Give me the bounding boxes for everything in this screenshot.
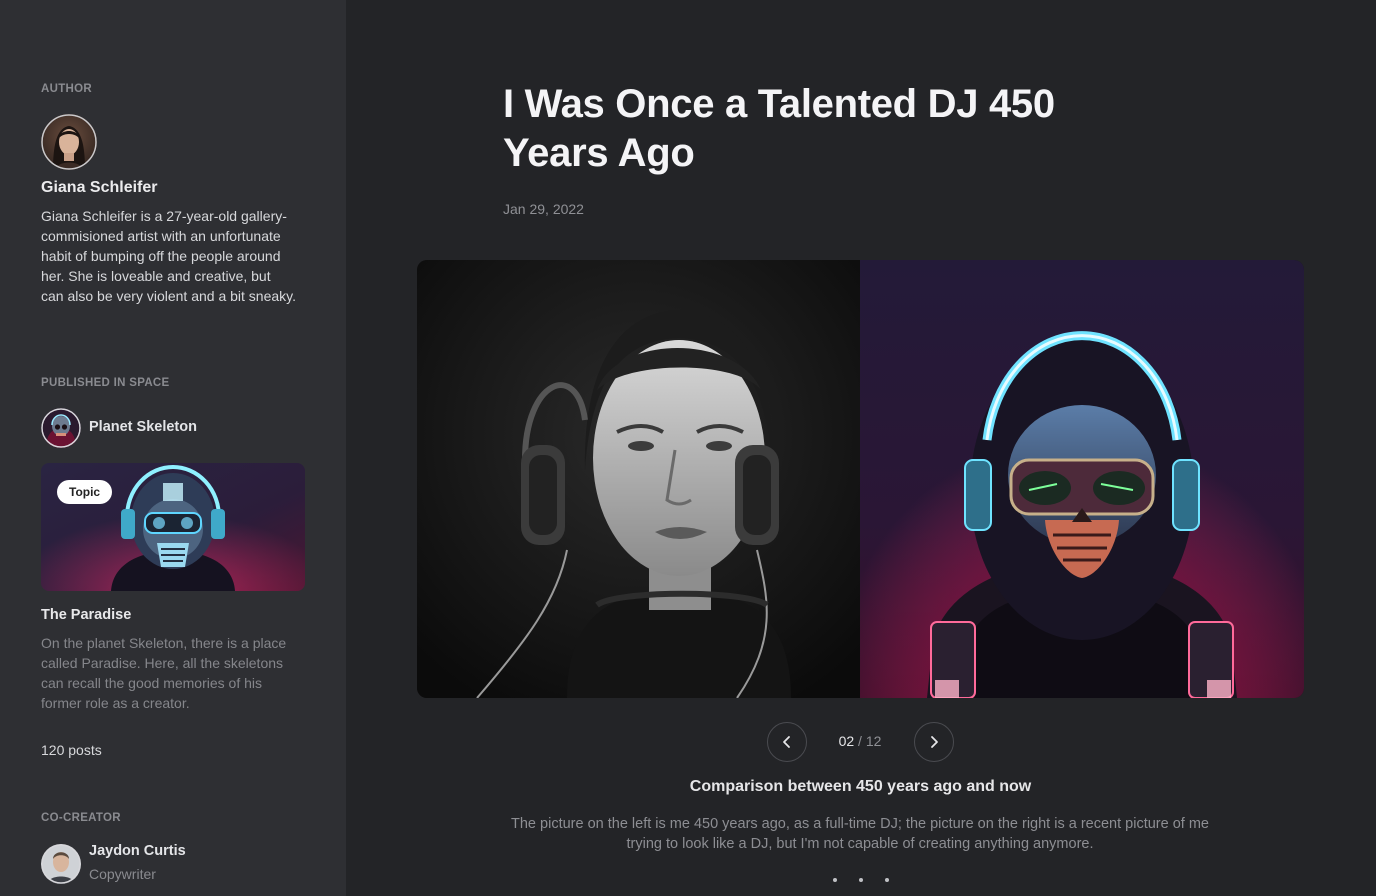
image-gallery[interactable] <box>417 260 1304 698</box>
cocreator-role: Copywriter <box>89 866 156 882</box>
gallery-current-index: 02 <box>838 733 855 749</box>
space-name[interactable]: Planet Skeleton <box>89 419 197 435</box>
dot <box>859 878 863 882</box>
author-bio: Giana Schleifer is a 27-year-old gallery… <box>41 208 297 304</box>
dot <box>833 878 837 882</box>
topic-description: On the planet Skeleton, there is a place… <box>41 635 287 711</box>
topic-post-count: 120 posts <box>41 742 102 758</box>
author-section-label: AUTHOR <box>41 83 92 95</box>
author-avatar-image <box>41 114 97 170</box>
gallery-counter-separator: / <box>858 733 862 749</box>
cocreator-name[interactable]: Jaydon Curtis <box>89 843 186 859</box>
cocreator-avatar[interactable] <box>41 844 81 884</box>
topic-title[interactable]: The Paradise <box>41 607 131 623</box>
cocreator-section-label: CO-CREATOR <box>41 812 121 824</box>
chevron-left-icon <box>783 736 790 748</box>
gallery-prev-button[interactable] <box>767 722 807 762</box>
article-date: Jan 29, 2022 <box>503 201 584 217</box>
topic-badge: Topic <box>57 480 113 504</box>
comparison-image <box>417 260 1304 698</box>
image-caption-text: The picture on the left is me 450 years … <box>511 816 1209 852</box>
topic-card[interactable]: Topic <box>41 463 305 591</box>
chevron-right-icon <box>931 736 938 748</box>
dot <box>885 878 889 882</box>
cocreator-avatar-image <box>41 844 81 884</box>
author-name[interactable]: Giana Schleifer <box>41 179 158 197</box>
author-avatar[interactable] <box>41 114 97 170</box>
image-caption-title: Comparison between 450 years ago and now <box>689 778 1032 795</box>
skeleton-space-icon <box>41 408 81 448</box>
gallery-total-count: 12 <box>865 733 882 749</box>
space-section-label: PUBLISHED IN SPACE <box>41 377 170 389</box>
more-content-indicator <box>833 876 889 884</box>
article-title: I Was Once a Talented DJ 450 Years Ago <box>503 82 1055 175</box>
sidebar: AUTHOR Giana Schleifer Giana Schleifer i… <box>0 0 346 896</box>
gallery-next-button[interactable] <box>914 722 954 762</box>
space-avatar[interactable] <box>41 408 81 448</box>
gallery-counter: 02 / 12 <box>820 733 900 749</box>
